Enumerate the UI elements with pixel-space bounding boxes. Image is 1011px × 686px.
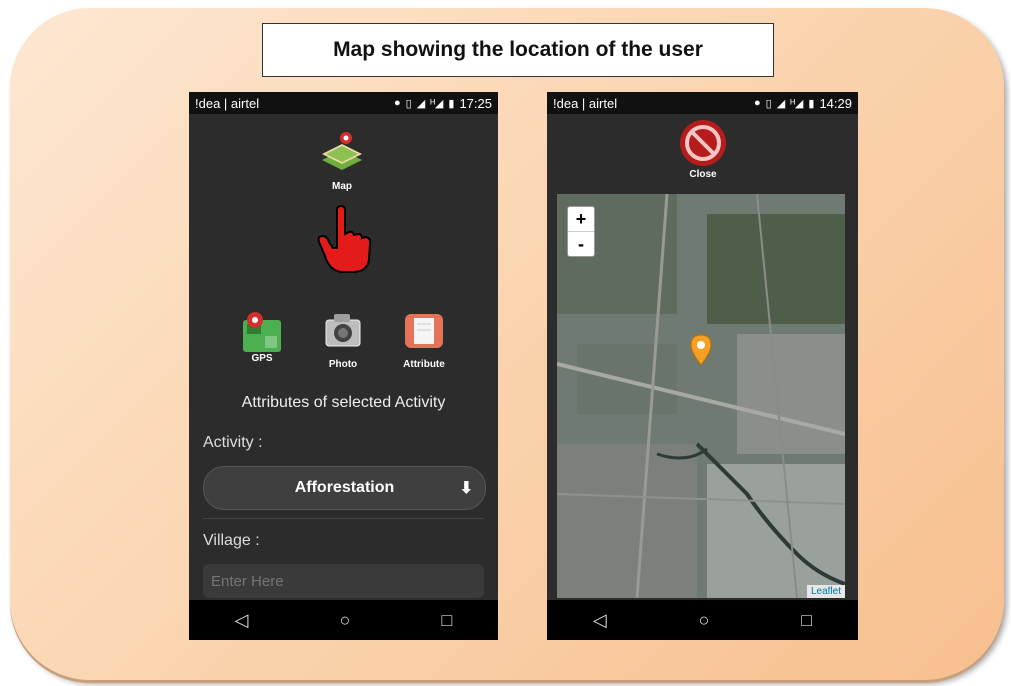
leaflet-attribution[interactable]: Leaflet (806, 585, 845, 598)
zoom-out-button[interactable]: - (568, 232, 594, 256)
gps-label: GPS (251, 353, 273, 364)
nav-bar: ◁ ○ □ (547, 600, 858, 640)
arrow-down-icon: ⬇ (459, 480, 473, 497)
activity-label: Activity : (203, 434, 263, 451)
attribute-label: Attribute (403, 359, 445, 370)
village-input[interactable] (203, 564, 484, 598)
page-title: Map showing the location of the user (262, 23, 774, 77)
pointing-hand-icon (315, 204, 379, 281)
vibrate-icon: ▯ (765, 97, 772, 110)
signal-h-icon: ᴴ◢ (790, 97, 804, 110)
map-button[interactable]: Map (312, 130, 372, 192)
status-icons: ● ▯ ◢ ᴴ◢ ▮ 17:25 (394, 96, 492, 111)
clock-label: 14:29 (819, 95, 852, 111)
zoom-control: + - (567, 206, 595, 257)
location-pin-icon (690, 334, 712, 371)
activity-dropdown[interactable]: Afforestation ⬇ (203, 466, 486, 510)
attribute-button[interactable]: Attribute (399, 310, 449, 370)
signal-icon: ◢ (776, 97, 786, 110)
camera-icon (325, 314, 361, 347)
map-label: Map (332, 181, 352, 192)
zoom-in-button[interactable]: + (568, 207, 594, 232)
home-icon[interactable]: ○ (340, 610, 351, 631)
activity-value: Afforestation (294, 479, 395, 496)
carrier-label: !dea | airtel (195, 95, 260, 111)
back-icon[interactable]: ◁ (593, 610, 607, 631)
attributes-heading: Attributes of selected Activity (241, 394, 446, 411)
recent-apps-icon[interactable]: □ (801, 610, 812, 631)
battery-icon: ▮ (808, 97, 815, 110)
back-icon[interactable]: ◁ (235, 610, 249, 631)
map-icon (322, 132, 362, 170)
village-label: Village : (203, 532, 260, 549)
nav-bar: ◁ ○ □ (189, 600, 498, 640)
close-icon (680, 120, 726, 166)
satellite-imagery (557, 194, 845, 598)
clock-label: 17:25 (459, 95, 492, 111)
vibrate-icon: ▯ (405, 97, 412, 110)
close-button[interactable]: Close (677, 118, 729, 180)
tool-row: GPS Photo Attribute (237, 310, 449, 370)
gps-button[interactable]: GPS (237, 310, 287, 370)
phone-screen-map: !dea | airtel ● ▯ ◢ ᴴ◢ ▮ 14:29 Close + -… (547, 92, 858, 640)
status-bar: !dea | airtel ● ▯ ◢ ᴴ◢ ▮ 14:29 (547, 92, 858, 114)
satellite-map[interactable]: + - Leaflet (557, 194, 845, 598)
home-icon[interactable]: ○ (699, 610, 710, 631)
attribute-icon (405, 314, 443, 348)
photo-button[interactable]: Photo (318, 310, 368, 370)
recent-apps-icon[interactable]: □ (442, 610, 453, 631)
carrier-label: !dea | airtel (553, 95, 618, 111)
status-icons: ● ▯ ◢ ᴴ◢ ▮ 14:29 (754, 96, 852, 111)
close-label: Close (689, 169, 717, 180)
signal-h-icon: ᴴ◢ (430, 97, 444, 110)
battery-icon: ▮ (448, 97, 455, 110)
signal-icon: ◢ (416, 97, 426, 110)
phone-screen-form: !dea | airtel ● ▯ ◢ ᴴ◢ ▮ 17:25 Map GPS P… (189, 92, 498, 640)
status-bar: !dea | airtel ● ▯ ◢ ᴴ◢ ▮ 17:25 (189, 92, 498, 114)
photo-label: Photo (328, 359, 358, 370)
divider (203, 518, 484, 519)
gps-map-icon (243, 312, 281, 352)
location-icon: ● (754, 97, 761, 109)
location-icon: ● (394, 97, 401, 109)
